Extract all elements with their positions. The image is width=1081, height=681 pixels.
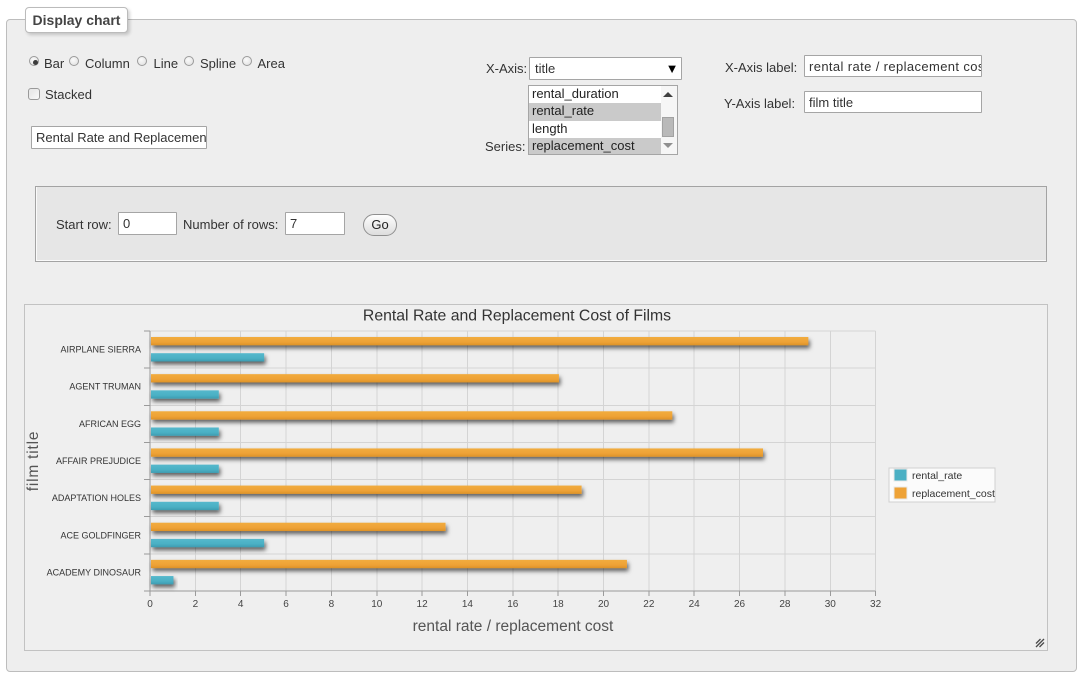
svg-text:32: 32 (870, 599, 882, 610)
svg-text:replacement_cost: replacement_cost (912, 488, 995, 500)
svg-text:0: 0 (147, 599, 153, 610)
svg-text:28: 28 (779, 599, 791, 610)
svg-text:rental rate / replacement cost: rental rate / replacement cost (413, 618, 614, 635)
svg-text:ACE GOLDFINGER: ACE GOLDFINGER (60, 530, 141, 540)
svg-text:20: 20 (598, 599, 610, 610)
svg-text:16: 16 (507, 599, 519, 610)
svg-text:8: 8 (329, 599, 335, 610)
svg-text:6: 6 (283, 599, 289, 610)
svg-text:14: 14 (462, 599, 474, 610)
svg-text:2: 2 (193, 599, 199, 610)
svg-text:12: 12 (417, 599, 429, 610)
svg-text:AGENT TRUMAN: AGENT TRUMAN (69, 382, 141, 392)
svg-text:10: 10 (371, 599, 383, 610)
svg-text:AIRPLANE SIERRA: AIRPLANE SIERRA (60, 345, 141, 355)
svg-text:AFFAIR PREJUDICE: AFFAIR PREJUDICE (56, 456, 141, 466)
svg-text:22: 22 (643, 599, 655, 610)
svg-text:rental_rate: rental_rate (912, 470, 962, 482)
svg-text:24: 24 (689, 599, 701, 610)
svg-text:AFRICAN EGG: AFRICAN EGG (79, 419, 141, 429)
svg-text:ACADEMY DINOSAUR: ACADEMY DINOSAUR (47, 567, 142, 577)
svg-text:4: 4 (238, 599, 244, 610)
svg-text:18: 18 (553, 599, 565, 610)
svg-text:film title: film title (25, 431, 42, 492)
svg-text:30: 30 (825, 599, 837, 610)
svg-text:Rental Rate and Replacement Co: Rental Rate and Replacement Cost of Film… (363, 308, 671, 325)
svg-text:ADAPTATION HOLES: ADAPTATION HOLES (52, 493, 141, 503)
svg-text:26: 26 (734, 599, 746, 610)
